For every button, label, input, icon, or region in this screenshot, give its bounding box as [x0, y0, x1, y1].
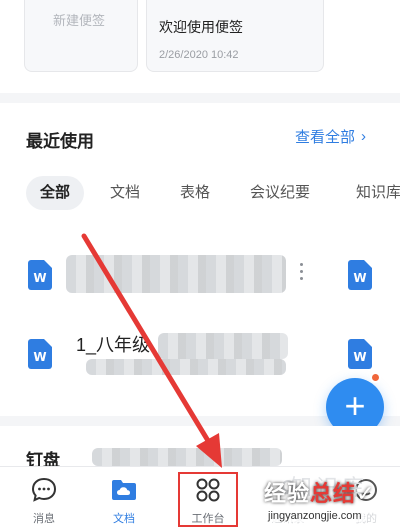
word-doc-icon: W — [348, 260, 372, 290]
word-doc-icon: W — [28, 339, 52, 369]
filter-all[interactable]: 全部 — [26, 176, 85, 210]
tab-messages[interactable]: 消息 — [14, 467, 74, 529]
tab-docs[interactable]: 文档 — [94, 467, 154, 529]
watermark-text-b: 总结 — [310, 481, 357, 506]
welcome-note-card[interactable]: 欢迎使用便签 2/26/2020 10:42 — [146, 0, 324, 72]
check-icon: ✓ — [356, 481, 376, 506]
watermark-text-a: 经验 — [264, 481, 311, 506]
file-name: 1_八年级 — [76, 335, 151, 355]
recent-title: 最近使用 — [26, 132, 94, 151]
folder-cloud-icon — [112, 480, 136, 500]
filter-tabs: 全部 文档 表格 会议纪要 知识库 — [26, 176, 400, 212]
watermark-logo: 经验总结✓ — [264, 476, 375, 508]
blurred-file-name — [66, 255, 286, 293]
welcome-note-title: 欢迎使用便签 — [159, 19, 243, 35]
view-all-link[interactable]: 查看全部 › — [295, 126, 366, 147]
file-row[interactable]: W 1_八年级 W — [0, 325, 400, 385]
word-doc-icon: W — [348, 339, 372, 369]
new-note-card[interactable]: 新建便签 — [24, 0, 138, 72]
filter-meeting-notes[interactable]: 会议纪要 — [250, 176, 310, 210]
blurred-disk-content — [92, 448, 282, 466]
watermark-url: jingyanzongjie.com — [266, 510, 364, 522]
blurred-file-meta — [86, 359, 286, 375]
welcome-note-date: 2/26/2020 10:42 — [159, 49, 239, 61]
notification-badge — [370, 372, 381, 383]
notes-section: 新建便签 欢迎使用便签 2/26/2020 10:42 — [0, 0, 400, 93]
word-doc-icon: W — [28, 260, 52, 290]
view-all-label: 查看全部 — [295, 129, 356, 146]
more-options-icon[interactable] — [300, 263, 304, 281]
filter-sheets[interactable]: 表格 — [180, 176, 210, 210]
file-row[interactable]: W W — [0, 243, 400, 303]
filter-knowledge[interactable]: 知识库 — [356, 176, 400, 210]
tab-messages-label: 消息 — [33, 513, 55, 525]
filter-docs[interactable]: 文档 — [110, 176, 140, 210]
workbench-highlight-box — [178, 472, 238, 527]
chat-bubble-icon — [31, 477, 57, 502]
recent-section: 最近使用 查看全部 › 全部 文档 表格 会议纪要 知识库 W W W 1_八年… — [0, 103, 400, 416]
disk-section: 钉盘 — [0, 426, 400, 470]
chevron-right-icon: › — [361, 128, 367, 145]
new-note-label: 新建便签 — [53, 13, 106, 28]
blurred-file-name — [158, 333, 288, 359]
tab-docs-label: 文档 — [113, 513, 135, 525]
